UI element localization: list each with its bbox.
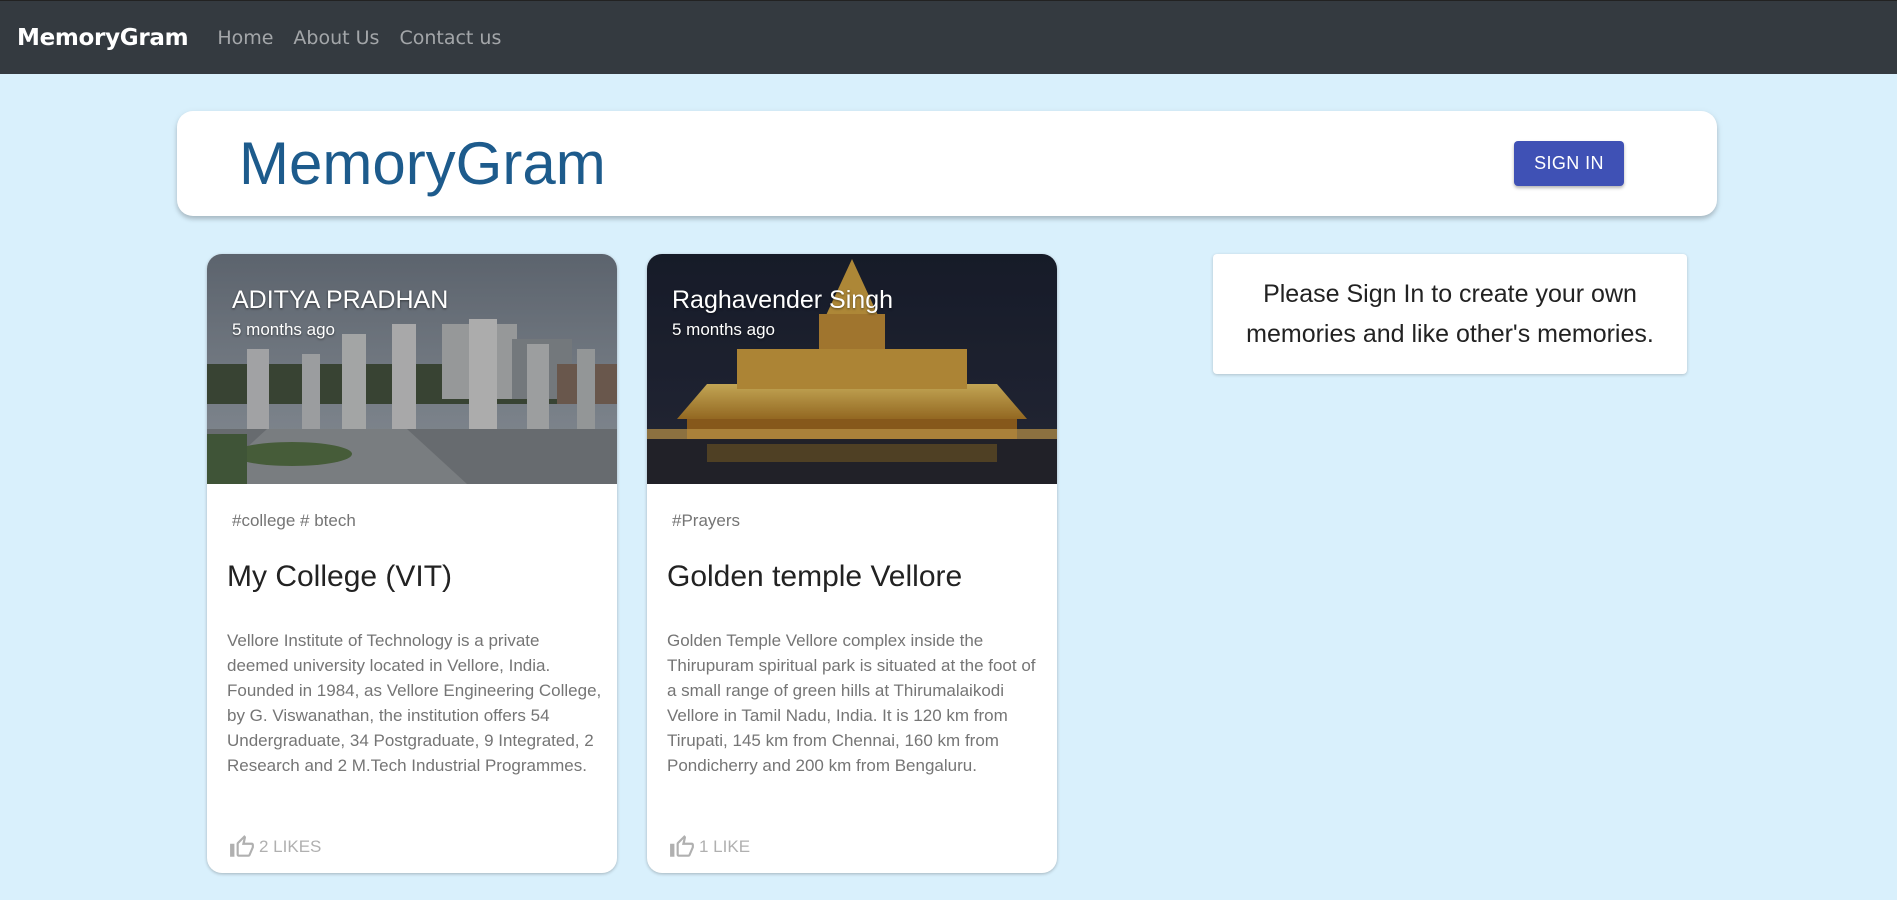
post-timestamp: 5 months ago [672,320,776,339]
post-author: ADITYA PRADHAN [232,286,449,314]
post-description: Vellore Institute of Technology is a pri… [227,631,602,775]
top-navbar: MemoryGram Home About Us Contact us [0,0,1897,74]
post-card: Raghavender Singh 5 months ago #Prayers … [647,254,1057,873]
app-header: MemoryGram SIGN IN [177,111,1717,216]
post-title: Golden temple Vellore [667,560,963,593]
sign-in-notice-text: Please Sign In to create your own memori… [1246,280,1654,348]
thumb-up-icon [669,834,695,860]
nav-link-contact-us[interactable]: Contact us [399,27,501,49]
post-timestamp: 5 months ago [232,320,336,339]
post-description: Golden Temple Vellore complex inside the… [667,631,1036,775]
like-count: 1 LIKE [699,837,751,856]
sign-in-notice: Please Sign In to create your own memori… [1213,254,1687,374]
like-count: 2 LIKES [259,837,322,856]
like-button[interactable]: 2 LIKES [229,832,321,862]
sign-in-button[interactable]: SIGN IN [1514,141,1624,186]
thumb-up-icon [229,834,255,860]
post-tags: #Prayers [672,511,741,530]
app-title: MemoryGram [239,130,606,197]
nav-link-home[interactable]: Home [217,27,273,49]
nav-link-about-us[interactable]: About Us [293,27,379,49]
post-author: Raghavender Singh [672,286,893,314]
post-card: ADITYA PRADHAN 5 months ago #college # b… [207,254,617,873]
post-title: My College (VIT) [227,560,453,593]
like-button[interactable]: 1 LIKE [669,832,750,862]
post-tags: #college # btech [232,511,356,530]
navbar-brand[interactable]: MemoryGram [17,25,189,51]
